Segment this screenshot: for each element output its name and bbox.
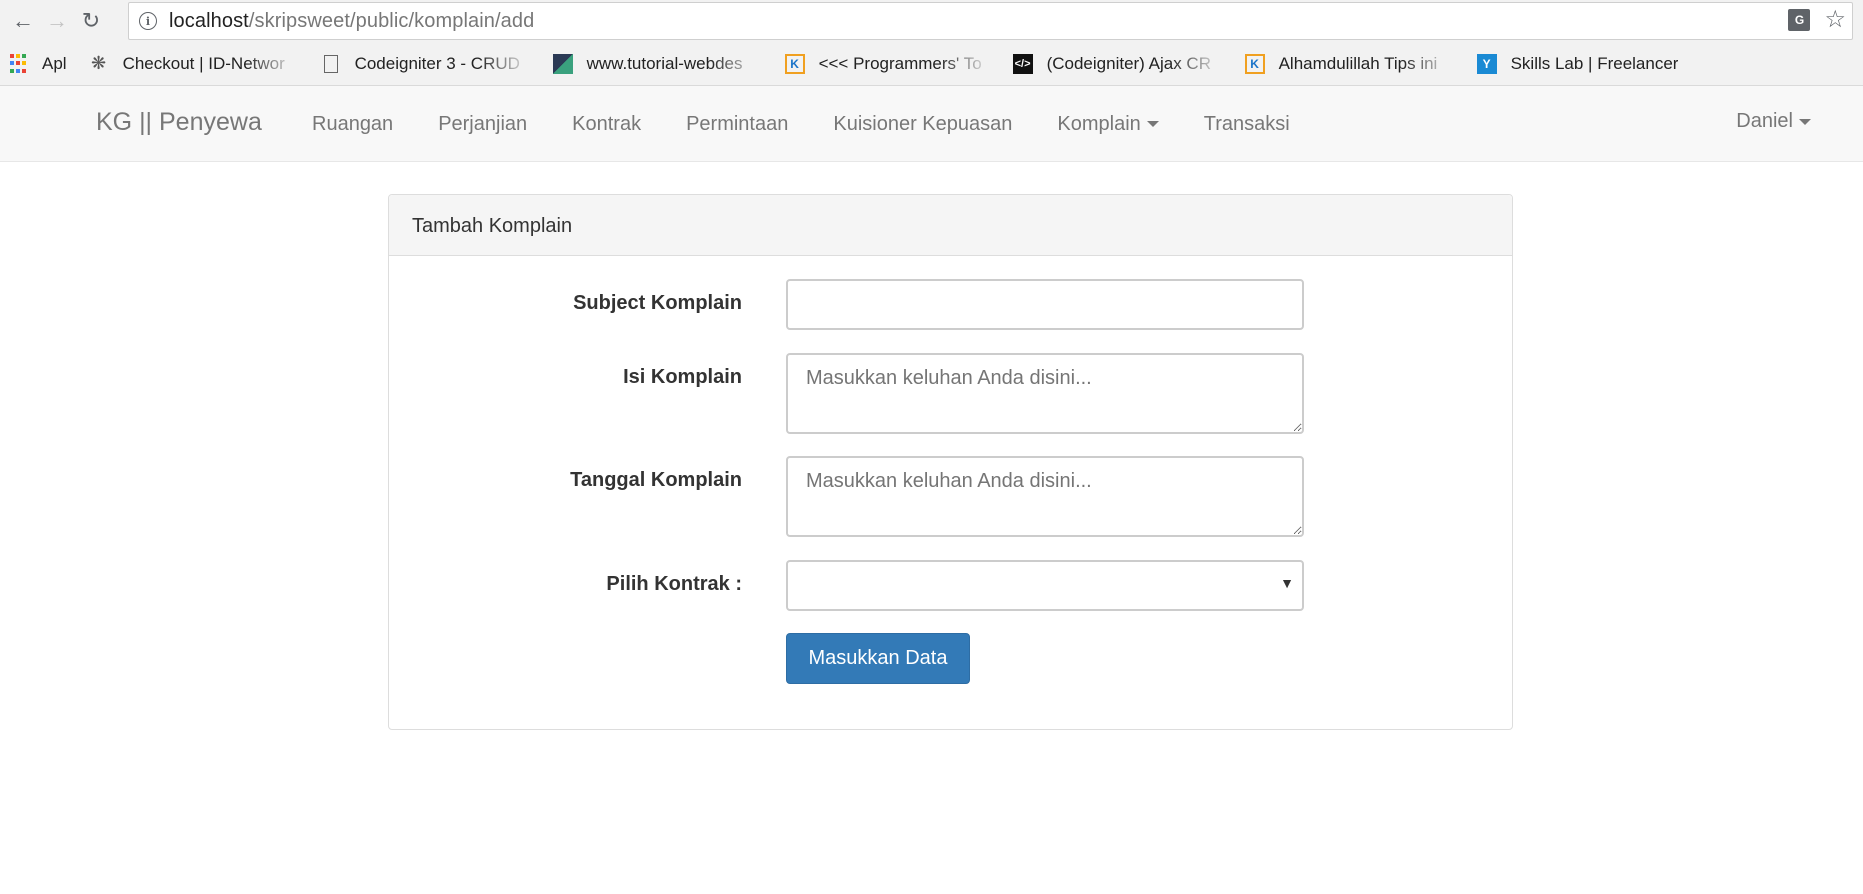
page-icon — [323, 54, 338, 73]
subject-label: Subject Komplain — [573, 292, 742, 314]
bookmark-label: Alhamdulillah Tips ini — [1278, 53, 1438, 73]
bookmarks-bar: Apl ❋ Checkout | ID-Networ Codeigniter 3… — [0, 42, 1863, 86]
code-favicon-icon: </> — [1012, 53, 1033, 74]
translate-icon[interactable]: G — [1788, 9, 1811, 31]
app-navbar: KG || Penyewa Ruangan Perjanjian Kontrak… — [0, 86, 1863, 162]
isi-textarea[interactable] — [786, 353, 1304, 434]
bookmark-label: <<< Programmers' To — [818, 53, 982, 73]
nav-link-kuisioner[interactable]: Kuisioner Kepuasan — [833, 113, 1012, 136]
subject-input[interactable] — [786, 279, 1304, 330]
complaint-form-panel: Tambah Komplain Subject Komplain Isi Kom… — [388, 194, 1513, 730]
tanggal-textarea[interactable] — [786, 456, 1304, 537]
url-text: localhost/skripsweet/public/komplain/add — [169, 10, 534, 33]
bookmark-label: Apl — [42, 53, 67, 73]
reload-icon[interactable]: ↻ — [76, 6, 106, 36]
select-arrow-icon: ▼ — [1280, 575, 1294, 591]
navbar-brand[interactable]: KG || Penyewa — [96, 108, 262, 137]
caret-down-icon — [1146, 121, 1159, 128]
bookmark-label: Skills Lab | Freelancer — [1510, 53, 1679, 73]
nav-link-komplain-label: Komplain — [1057, 112, 1141, 135]
caret-down-icon — [1799, 118, 1811, 125]
bookmark-apps[interactable]: Apl — [8, 54, 67, 74]
y-favicon-icon: Y — [1476, 53, 1497, 74]
panel-title: Tambah Komplain — [389, 195, 1512, 256]
user-dropdown[interactable]: Daniel — [1736, 110, 1811, 133]
nav-link-perjanjian[interactable]: Perjanjian — [438, 113, 527, 136]
bookmark-checkout[interactable]: ❋ Checkout | ID-Networ — [89, 54, 299, 74]
bookmark-programmers[interactable]: K <<< Programmers' To — [784, 53, 991, 74]
tanggal-label: Tanggal Komplain — [570, 469, 742, 491]
bookmark-tutorial-webdes[interactable]: www.tutorial-webdes — [552, 53, 763, 74]
bookmark-star-icon[interactable]: ☆ — [1824, 8, 1846, 32]
bookmark-alhamdulillah[interactable]: K Alhamdulillah Tips ini — [1244, 53, 1455, 74]
address-bar[interactable]: i localhost/skripsweet/public/komplain/a… — [128, 2, 1853, 40]
kontrak-select[interactable]: ▼ — [786, 560, 1304, 611]
bookmark-label: Checkout | ID-Networ — [122, 53, 285, 73]
isi-label: Isi Komplain — [623, 366, 742, 388]
back-arrow-icon[interactable]: ← — [8, 6, 38, 36]
nav-link-kontrak[interactable]: Kontrak — [572, 113, 641, 136]
nav-dropdown-komplain[interactable]: Komplain — [1057, 112, 1159, 136]
k-favicon-icon: K — [1244, 53, 1265, 74]
bookmark-label: (Codeigniter) Ajax CR — [1046, 53, 1211, 73]
nav-link-permintaan[interactable]: Permintaan — [686, 113, 788, 136]
site-favicon-icon — [552, 53, 573, 74]
url-path: /skripsweet/public/komplain/add — [248, 9, 535, 32]
apps-grid-icon — [8, 54, 28, 74]
bookmark-skills-lab[interactable]: Y Skills Lab | Freelancer — [1476, 53, 1679, 74]
bookmark-codeigniter-crud[interactable]: Codeigniter 3 - CRUD — [321, 54, 531, 74]
browser-toolbar: ← → ↻ i localhost/skripsweet/public/komp… — [0, 0, 1863, 42]
k-favicon-icon: K — [784, 53, 805, 74]
gear-logo-icon: ❋ — [91, 53, 107, 74]
kontrak-label: Pilih Kontrak : — [606, 573, 742, 595]
nav-link-ruangan[interactable]: Ruangan — [312, 113, 393, 136]
forward-arrow-icon[interactable]: → — [42, 6, 72, 36]
bookmark-label: www.tutorial-webdes — [586, 53, 743, 73]
url-host: localhost — [169, 9, 249, 32]
bookmark-codeigniter-ajax[interactable]: </> (Codeigniter) Ajax CR — [1012, 53, 1223, 74]
bookmark-label: Codeigniter 3 - CRUD — [354, 53, 520, 73]
info-icon[interactable]: i — [139, 12, 157, 30]
submit-button[interactable]: Masukkan Data — [786, 633, 970, 684]
nav-links: Ruangan Perjanjian Kontrak Permintaan Ku… — [312, 86, 1335, 162]
user-name: Daniel — [1736, 110, 1793, 132]
nav-link-transaksi[interactable]: Transaksi — [1204, 113, 1290, 136]
